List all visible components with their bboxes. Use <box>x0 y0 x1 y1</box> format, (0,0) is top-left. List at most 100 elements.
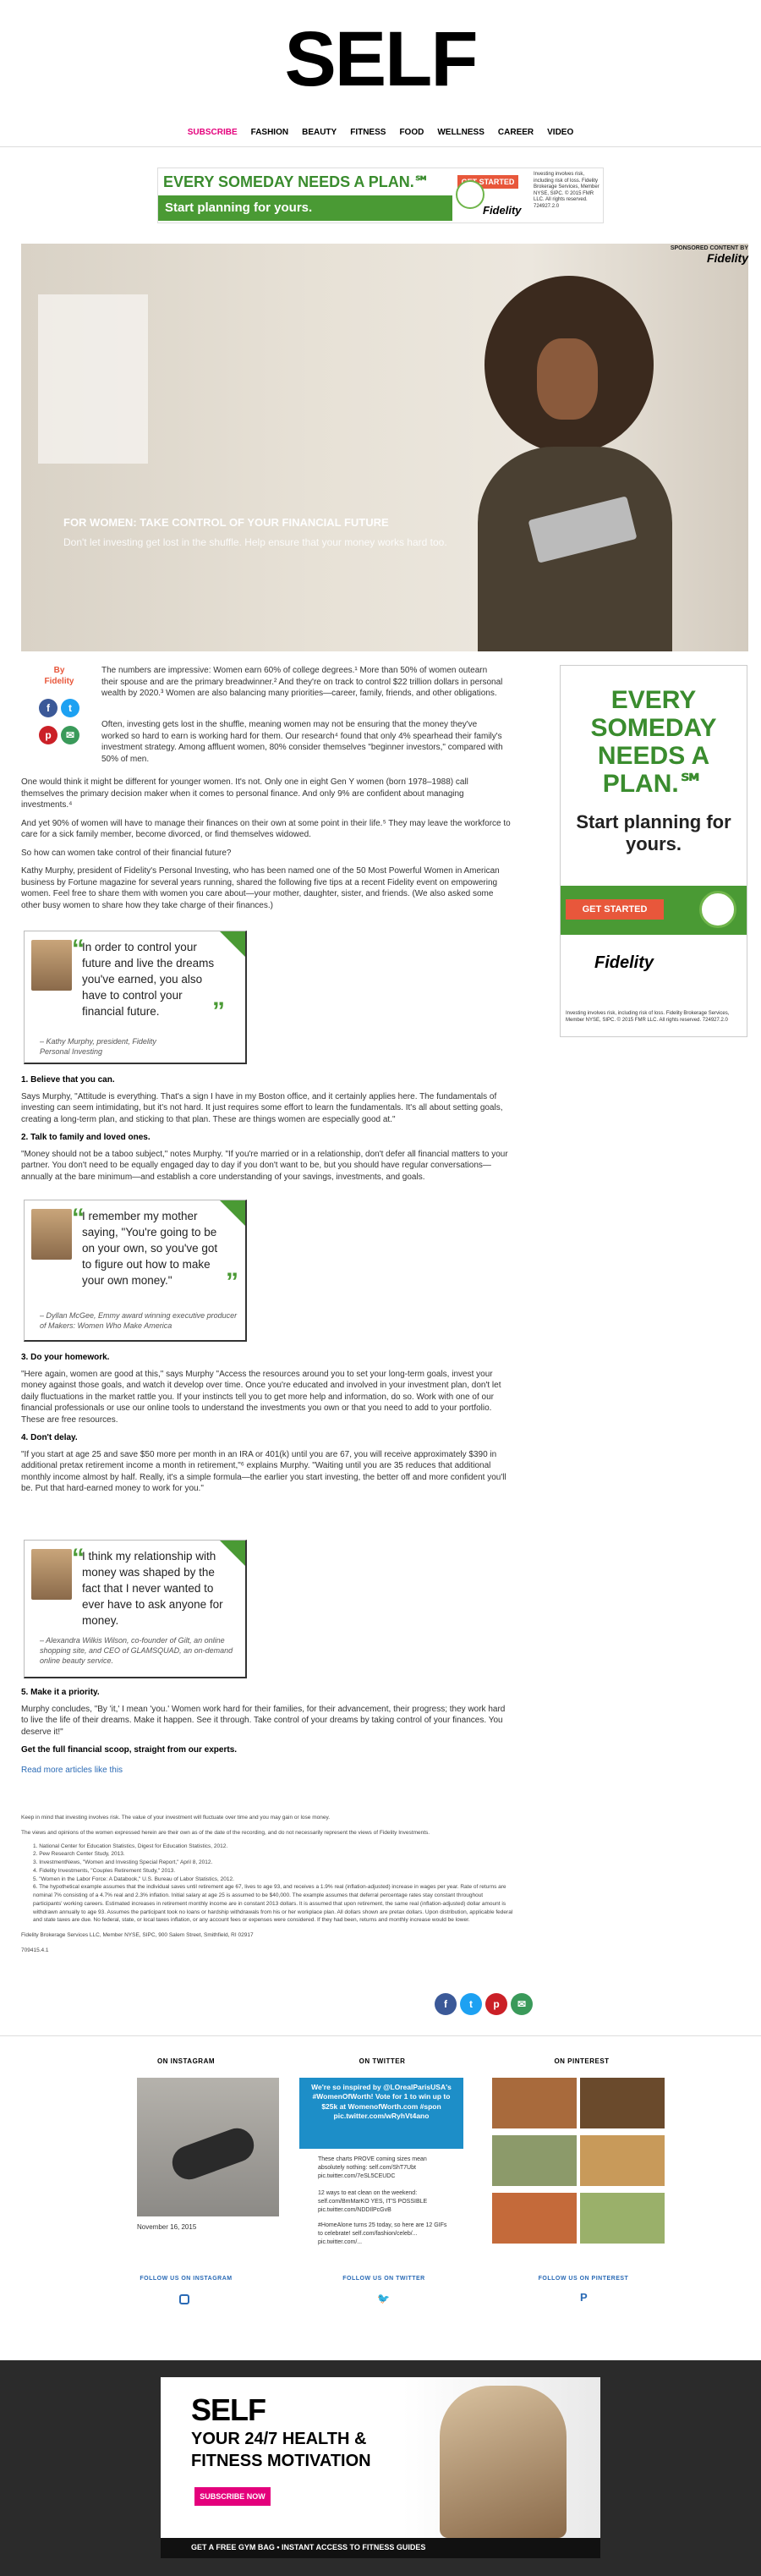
disclosure-3: Fidelity Brokerage Services LLC, Member … <box>21 1932 254 1938</box>
sponsor-label: SPONSORED CONTENT BY <box>670 245 748 251</box>
close-quote-icon: ” <box>212 997 225 1025</box>
article-section-5: 5. Make it a priority. Murphy concludes,… <box>21 1687 513 1782</box>
email-icon[interactable]: ✉ <box>511 1993 533 2015</box>
pull-quote-1: “ In order to control your future and li… <box>24 931 247 1064</box>
footnote: 1. National Center for Education Statist… <box>33 1843 228 1849</box>
footer-ad-line2: FITNESS MOTIVATION <box>191 2452 371 2470</box>
nav-beauty[interactable]: BEAUTY <box>295 128 343 137</box>
follow-pinterest-link[interactable]: FOLLOW US ON PINTEREST <box>524 2276 643 2282</box>
nav-fitness[interactable]: FITNESS <box>343 128 392 137</box>
footer-divider <box>0 2035 761 2036</box>
pull-quote-3-text: I think my relationship with money was s… <box>82 1550 223 1627</box>
instagram-photo[interactable] <box>137 2078 279 2216</box>
footer-ad-bottom-bar: GET A FREE GYM BAG • INSTANT ACCESS TO F… <box>161 2538 600 2558</box>
tip-3-heading: 3. Do your homework. <box>21 1353 110 1362</box>
facebook-icon[interactable]: f <box>435 1993 457 2015</box>
nav-wellness[interactable]: WELLNESS <box>430 128 491 137</box>
footer-ad-panel[interactable]: SELF YOUR 24/7 HEALTH & FITNESS MOTIVATI… <box>161 2377 600 2558</box>
article-p5: So how can women take control of their f… <box>21 848 232 858</box>
sponsor-label-block: SPONSORED CONTENT BY Fidelity <box>630 245 748 265</box>
article-cta: Get the full financial scoop, straight f… <box>21 1745 238 1755</box>
side-ad-fidelity-logo: Fidelity <box>594 953 654 972</box>
tip-1-heading: 1. Believe that you can. <box>21 1075 115 1085</box>
tweet[interactable]: These charts PROVE coming sizes mean abs… <box>318 2156 453 2180</box>
nav-career[interactable]: CAREER <box>491 128 540 137</box>
tip-4-heading: 4. Don't delay. <box>21 1433 78 1442</box>
banner-fidelity-logo: Fidelity <box>483 204 522 217</box>
article-p1: The numbers are impressive: Women earn 6… <box>101 666 503 698</box>
alexandra-wilkis-wilson-photo <box>31 1549 72 1600</box>
tweet[interactable]: 12 ways to eat clean on the weekend: sel… <box>318 2189 453 2214</box>
email-icon[interactable]: ✉ <box>61 726 79 744</box>
pinterest-icon[interactable]: p <box>39 726 57 744</box>
follow-instagram-link[interactable]: FOLLOW US ON INSTAGRAM <box>127 2276 245 2282</box>
twitter-heading: ON TWITTER <box>359 2057 406 2065</box>
hero-subtitle: Don't let investing get lost in the shuf… <box>63 536 447 548</box>
nav-subscribe[interactable]: SUBSCRIBE <box>181 128 244 137</box>
footnote: 4. Fidelity Investments, "Couples Retire… <box>33 1867 176 1874</box>
footnote: 2. Pew Research Center Study, 2013. <box>33 1851 125 1858</box>
banner-arrow-icon <box>456 180 485 209</box>
pinterest-p-icon[interactable]: P <box>580 2291 588 2304</box>
hero-title: FOR WOMEN: TAKE CONTROL OF YOUR FINANCIA… <box>63 516 389 529</box>
disclosure-1: Keep in mind that investing involves ris… <box>21 1815 331 1821</box>
footnote: 6. The hypothetical example assumes that… <box>33 1884 513 1924</box>
byline-by: By <box>53 666 65 675</box>
pinterest-pin-1[interactable] <box>492 2078 577 2128</box>
twitter-bird-icon[interactable]: 🐦 <box>377 2293 390 2304</box>
pinterest-pin-5[interactable] <box>492 2193 577 2244</box>
pinterest-heading: ON PINTEREST <box>554 2057 610 2065</box>
instagram-person-image <box>167 2123 259 2184</box>
side-ad-arrow-icon <box>699 891 736 928</box>
footer-ad-model-image <box>440 2386 567 2538</box>
nav-food[interactable]: FOOD <box>392 128 430 137</box>
article-body-1: Often, investing gets lost in the shuffl… <box>101 719 506 772</box>
banner-left: EVERY SOMEDAY NEEDS A PLAN.℠ Start plann… <box>158 168 452 222</box>
side-ad[interactable]: EVERY SOMEDAY NEEDS A PLAN.℠ Start plann… <box>560 665 747 1037</box>
read-more-link[interactable]: Read more articles like this <box>21 1765 513 1777</box>
side-ad-fine-print: Investing involves risk, including risk … <box>566 1011 730 1023</box>
pull-quote-2-text: I remember my mother saying, "You're goi… <box>82 1210 218 1287</box>
footnote: 3. InvestmentNews, "Women and Investing … <box>33 1859 213 1865</box>
byline-author[interactable]: Fidelity <box>34 676 85 687</box>
instagram-icon[interactable] <box>179 2294 189 2304</box>
pull-quote-3-attribution: – Alexandra Wilkis Wilson, co-founder of… <box>40 1636 233 1666</box>
hero-image: FOR WOMEN: TAKE CONTROL OF YOUR FINANCIA… <box>21 244 748 651</box>
sponsor-fidelity-logo: Fidelity <box>706 251 748 265</box>
instagram-date: November 16, 2015 <box>137 2223 197 2231</box>
footnotes-list: 1. National Center for Education Statist… <box>21 1843 513 1925</box>
disclosure-2: The views and opinions of the women expr… <box>21 1829 430 1836</box>
nav-fashion[interactable]: FASHION <box>244 128 295 137</box>
dyllan-mcgee-photo <box>31 1209 72 1260</box>
article-section-3: 3. Do your homework. "Here again, women … <box>21 1352 513 1502</box>
tweet[interactable]: #HomeAlone turns 25 today, so here are 1… <box>318 2222 453 2246</box>
self-logo[interactable]: SELF <box>284 20 478 98</box>
banner-headline: EVERY SOMEDAY NEEDS A PLAN.℠ <box>163 173 430 190</box>
pinterest-pin-6[interactable] <box>580 2193 665 2244</box>
article-intro: The numbers are impressive: Women earn 6… <box>101 665 506 706</box>
pinterest-pin-3[interactable] <box>492 2135 577 2186</box>
side-ad-cta-button[interactable]: GET STARTED <box>566 899 664 920</box>
tip-2-heading: 2. Talk to family and loved ones. <box>21 1133 151 1142</box>
top-banner-ad[interactable]: EVERY SOMEDAY NEEDS A PLAN.℠ Start plann… <box>157 168 604 223</box>
facebook-icon[interactable]: f <box>39 699 57 717</box>
twitter-icon[interactable]: t <box>460 1993 482 2015</box>
pinterest-icon[interactable]: p <box>485 1993 507 2015</box>
follow-twitter-link[interactable]: FOLLOW US ON TWITTER <box>325 2276 443 2282</box>
footer-ad-line1: YOUR 24/7 HEALTH & <box>191 2430 367 2448</box>
footer-ad-subscribe-button[interactable]: SUBSCRIBE NOW <box>194 2487 271 2506</box>
byline: By Fidelity <box>34 665 85 687</box>
banner-subline: Start planning for yours. <box>158 195 452 221</box>
twitter-icon[interactable]: t <box>61 699 79 717</box>
disclosure-code: 709415.4.1 <box>21 1947 49 1953</box>
whiteboard-image <box>38 294 148 464</box>
pinterest-pin-4[interactable] <box>580 2135 665 2186</box>
article-body-2: One would think it might be different fo… <box>21 777 513 918</box>
instagram-heading: ON INSTAGRAM <box>156 2057 216 2065</box>
masthead: SELF <box>0 0 761 118</box>
nav-video[interactable]: VIDEO <box>540 128 580 137</box>
twitter-promo-tweet[interactable]: We're so inspired by @LOrealParisUSA's #… <box>299 2078 463 2149</box>
article-p4: And yet 90% of women will have to manage… <box>21 818 511 840</box>
main-nav: SUBSCRIBE FASHION BEAUTY FITNESS FOOD WE… <box>0 118 761 147</box>
pinterest-pin-2[interactable] <box>580 2078 665 2128</box>
